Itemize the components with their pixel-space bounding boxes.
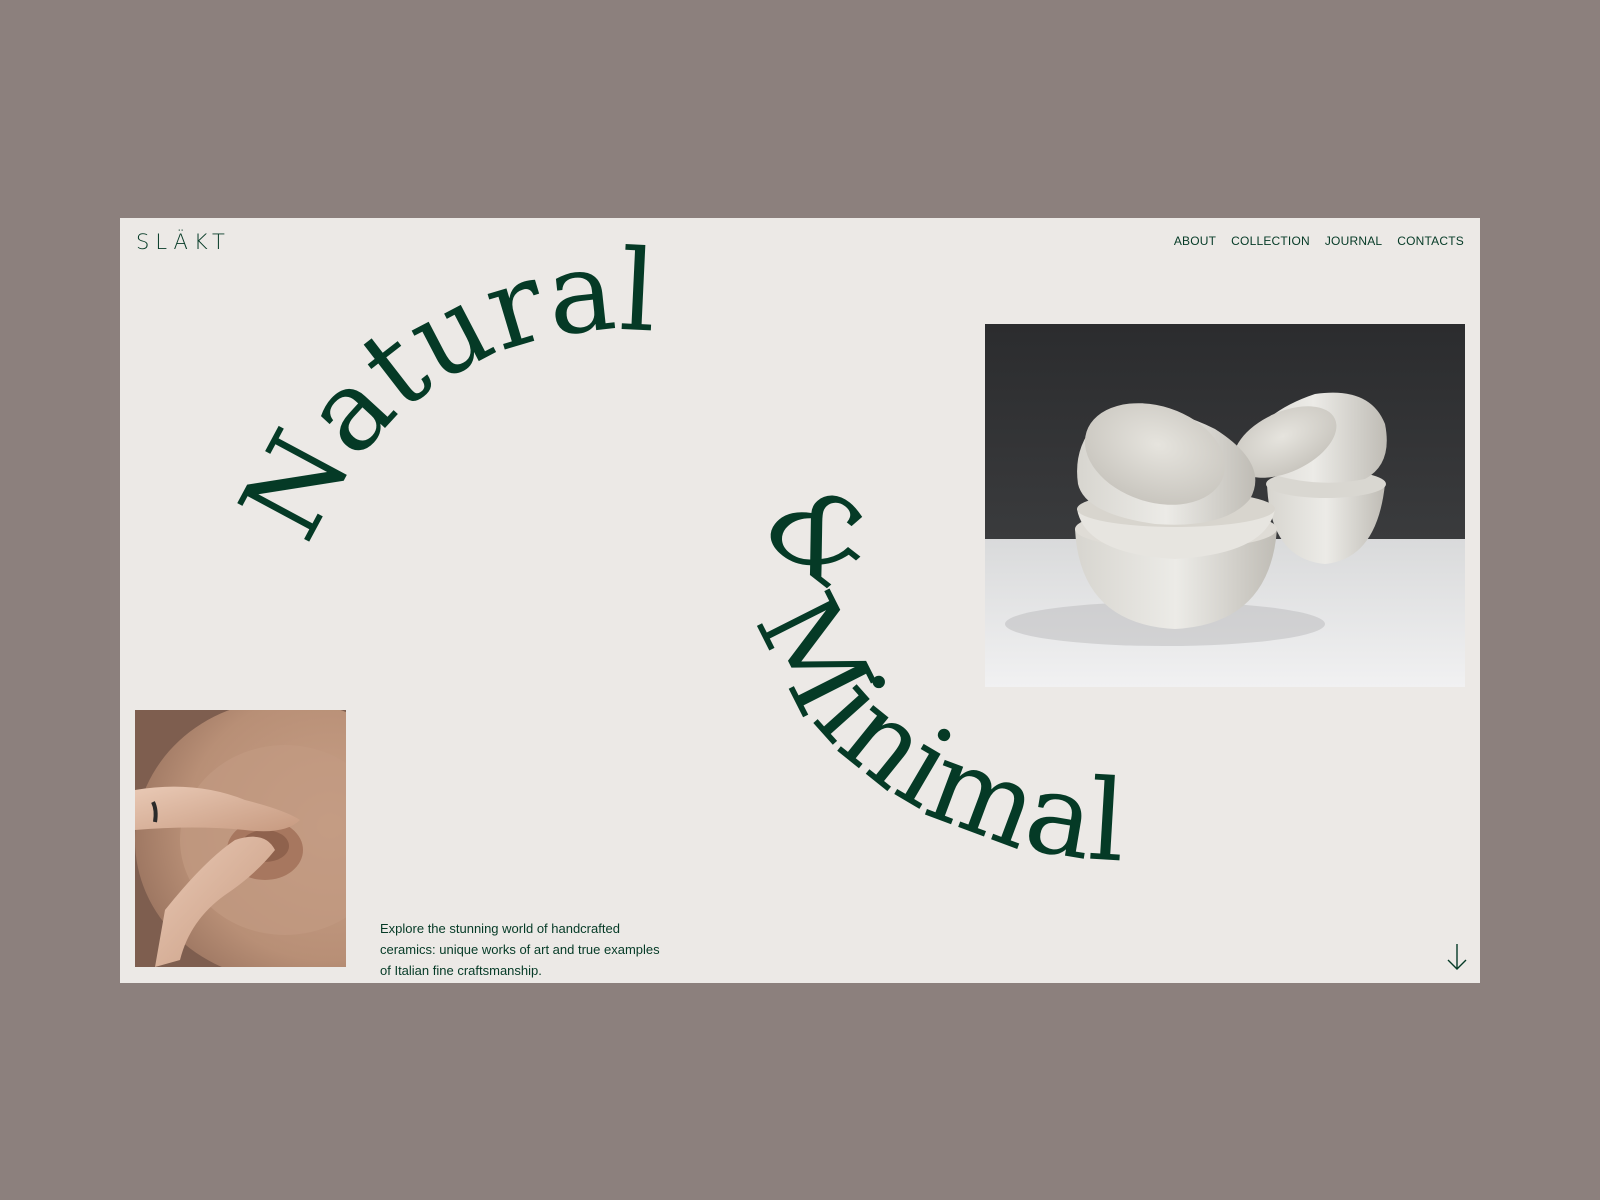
intro-text: Explore the stunning world of handcrafte… (380, 921, 660, 978)
headline-natural: Natural (216, 225, 659, 559)
pottery-wheel-photo (135, 710, 346, 967)
arrow-down-icon[interactable] (1446, 943, 1468, 971)
hero-frame: SLÄKT ABOUT COLLECTION JOURNAL CONTACTS … (120, 218, 1480, 983)
bowls-photo (985, 324, 1465, 687)
